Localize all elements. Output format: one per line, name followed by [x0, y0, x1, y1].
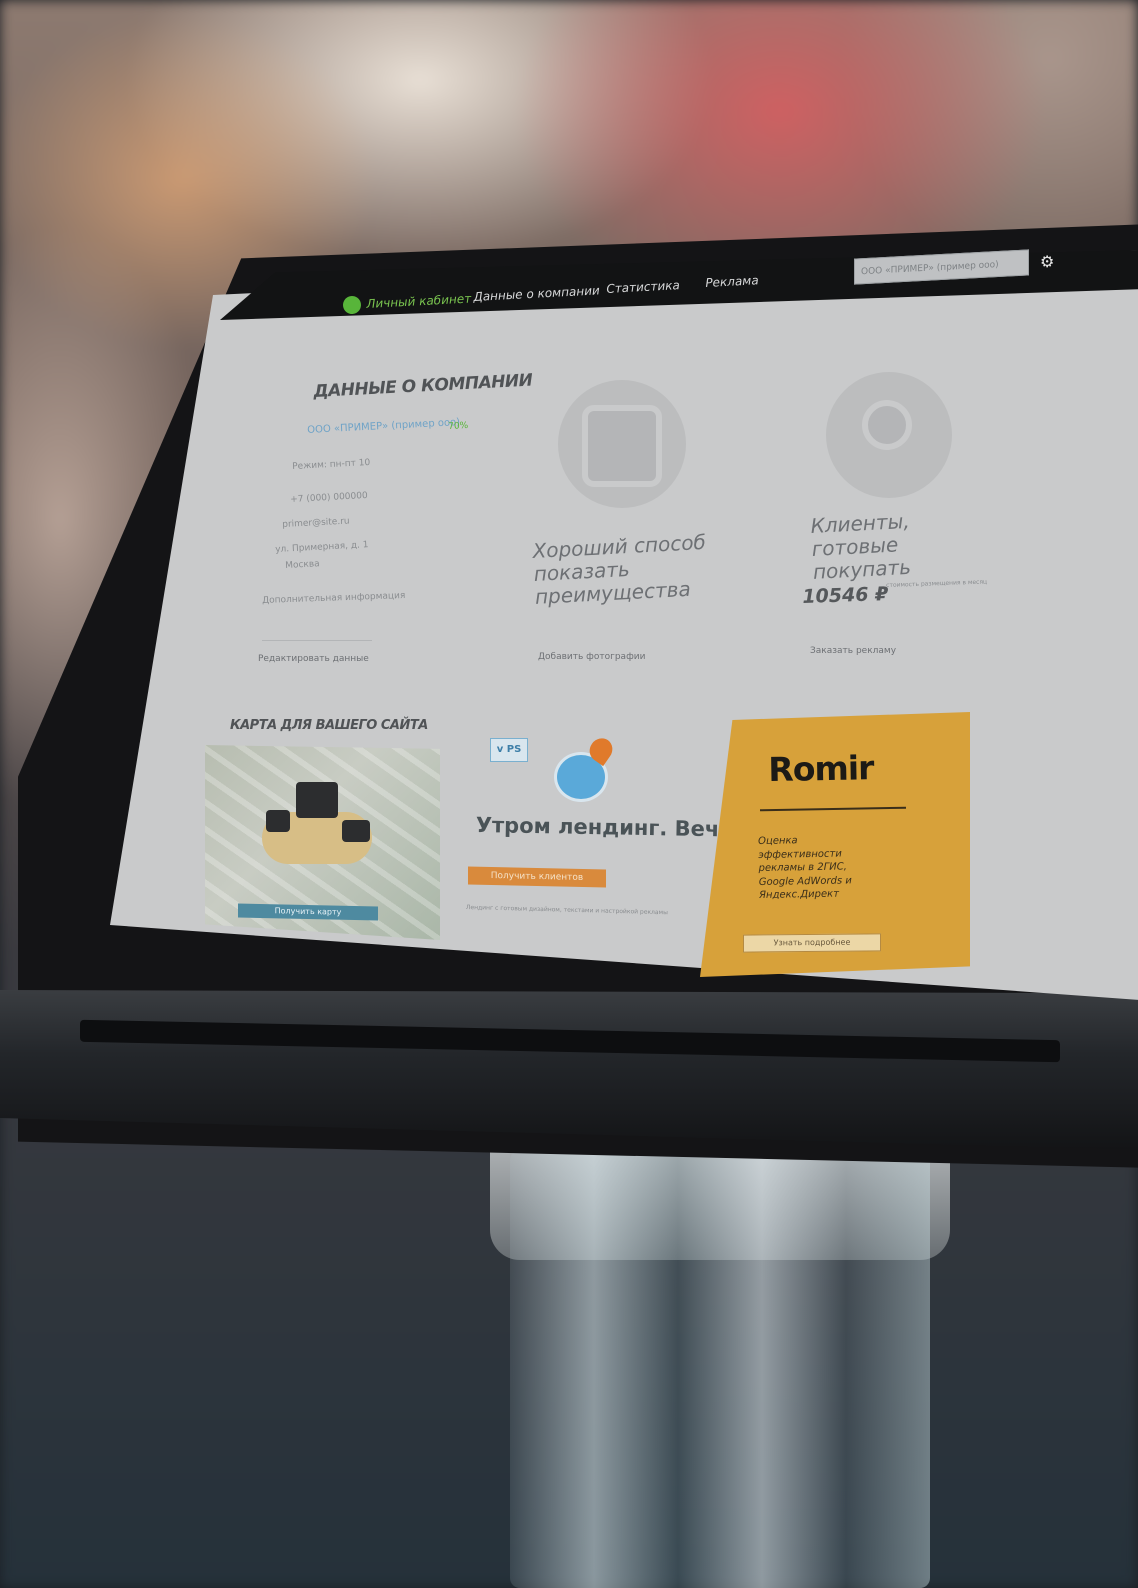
divider [262, 640, 372, 641]
chat-bubble-icon [342, 820, 370, 842]
nav-item-ads[interactable]: Реклама [705, 273, 759, 290]
image-icon [582, 405, 662, 487]
edit-data-link[interactable]: Редактировать данные [258, 654, 369, 664]
profile-completeness: 70% [448, 420, 469, 432]
romir-logo: Romir [768, 748, 874, 789]
ps-badge: v PS [490, 738, 528, 762]
target-icon [862, 400, 912, 450]
pin-bubble-icon [266, 810, 290, 832]
add-photos-link[interactable]: Добавить фотографии [538, 652, 645, 662]
order-ads-link[interactable]: Заказать рекламу [810, 646, 896, 656]
gear-icon[interactable]: ⚙ [1040, 252, 1056, 271]
phone-bubble-icon [296, 782, 338, 818]
get-clients-button[interactable]: Получить клиентов [468, 866, 606, 888]
get-map-button[interactable]: Получить карту [238, 903, 378, 921]
romir-more-button[interactable]: Узнать подробнее [743, 933, 881, 953]
ad-price: 10546 ₽ [802, 583, 889, 608]
laptop-screen: Личный кабинет Данные о компании Статист… [0, 0, 1138, 1588]
company-city: Москва [285, 559, 320, 571]
romir-text: Оценка эффективности рекламы в 2ГИС, Goo… [758, 835, 852, 901]
clients-card-title: Клиенты, готовые покупать [809, 508, 912, 584]
photo-scene: Личный кабинет Данные о компании Статист… [0, 0, 1138, 1588]
photos-card-title: Хороший способ показать преимущества [531, 529, 707, 609]
map-heading: КАРТА ДЛЯ ВАШЕГО САЙТА [230, 718, 428, 733]
